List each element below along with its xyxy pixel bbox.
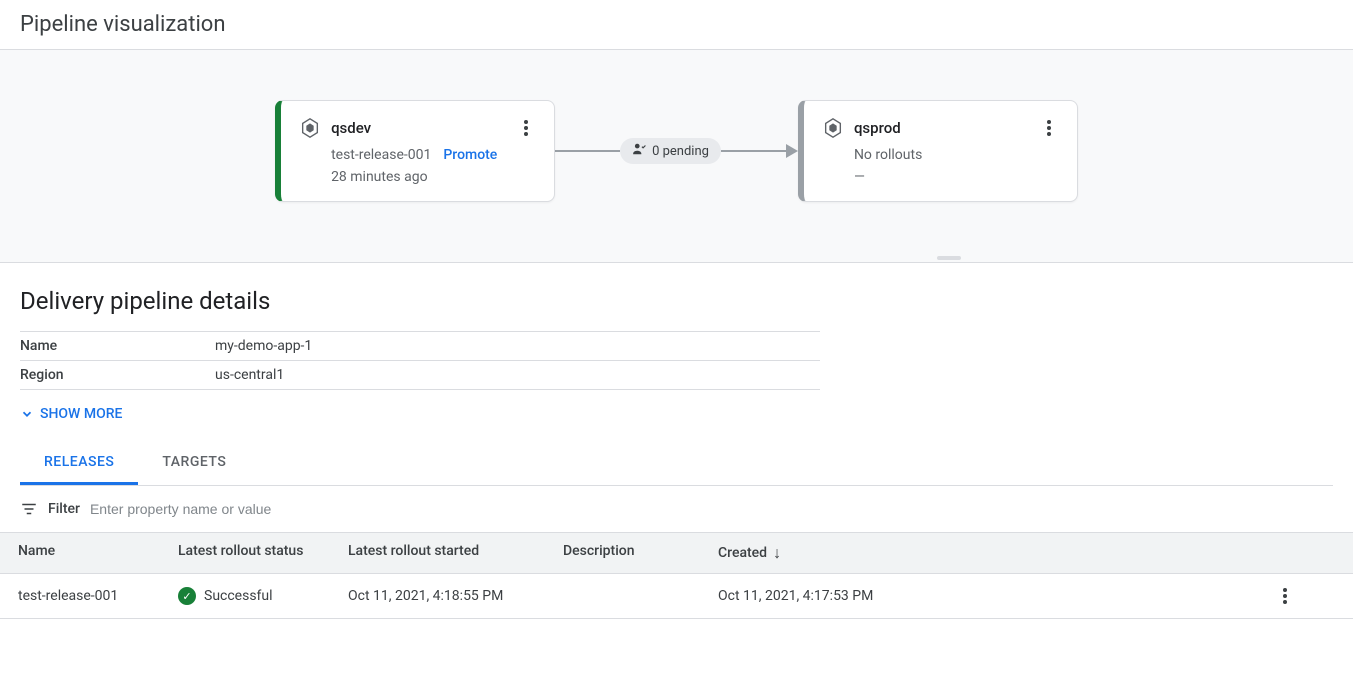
table-row[interactable]: test-release-001 ✓ Successful Oct 11, 20… <box>0 574 1353 619</box>
stage-name: qsprod <box>854 119 901 137</box>
filter-icon[interactable] <box>20 500 38 518</box>
stage-detail: — <box>854 169 1059 185</box>
details-row-name: Name my-demo-app-1 <box>20 332 820 361</box>
stage-more-button[interactable] <box>1039 118 1059 138</box>
filter-input[interactable] <box>90 501 390 517</box>
stage-release: test-release-001 <box>331 147 431 163</box>
flow-connector: 0 pending <box>555 138 798 164</box>
cell-name: test-release-001 <box>18 588 178 604</box>
approval-icon <box>632 142 646 160</box>
header-name[interactable]: Name <box>18 543 178 563</box>
details-row-region: Region us-central1 <box>20 361 820 390</box>
kubernetes-icon <box>822 117 844 139</box>
show-more-button[interactable]: SHOW MORE <box>20 406 1333 422</box>
sort-desc-icon: ↓ <box>773 543 781 563</box>
stage-more-button[interactable] <box>516 118 536 138</box>
header-started[interactable]: Latest rollout started <box>348 543 563 563</box>
details-title: Delivery pipeline details <box>20 287 1333 315</box>
header-status[interactable]: Latest rollout status <box>178 543 348 563</box>
filter-label: Filter <box>48 501 80 517</box>
arrow-icon <box>786 144 798 158</box>
cell-created: Oct 11, 2021, 4:17:53 PM <box>718 588 933 604</box>
cell-started: Oct 11, 2021, 4:18:55 PM <box>348 588 563 604</box>
stage-card-qsdev[interactable]: qsdev test-release-001 Promote 28 minute… <box>275 100 555 202</box>
success-icon: ✓ <box>178 587 196 605</box>
pipeline-visualization-area: qsdev test-release-001 Promote 28 minute… <box>0 49 1353 263</box>
tab-releases[interactable]: RELEASES <box>20 442 138 485</box>
promote-button[interactable]: Promote <box>443 147 497 163</box>
table-header: Name Latest rollout status Latest rollou… <box>0 532 1353 574</box>
details-label: Region <box>20 367 215 383</box>
header-description[interactable]: Description <box>563 543 718 563</box>
more-vert-icon <box>1283 588 1287 604</box>
show-more-label: SHOW MORE <box>40 406 122 422</box>
stage-card-qsprod[interactable]: qsprod No rollouts — <box>798 100 1078 202</box>
details-value: us-central1 <box>215 367 284 383</box>
stage-time: 28 minutes ago <box>331 169 536 185</box>
filter-bar: Filter <box>0 486 1353 532</box>
row-more-button[interactable] <box>1275 586 1295 606</box>
resize-handle[interactable] <box>937 256 961 260</box>
cell-status: ✓ Successful <box>178 587 348 605</box>
details-value: my-demo-app-1 <box>215 338 312 354</box>
pipeline-viz-title: Pipeline visualization <box>0 0 1353 49</box>
stage-name: qsdev <box>331 119 371 137</box>
tabs: RELEASES TARGETS <box>20 442 1333 486</box>
pending-chip[interactable]: 0 pending <box>620 138 721 164</box>
stage-status: No rollouts <box>854 147 922 163</box>
chevron-down-icon <box>20 407 34 421</box>
header-created[interactable]: Created ↓ <box>718 543 933 563</box>
kubernetes-icon <box>299 117 321 139</box>
pending-text: 0 pending <box>652 144 709 159</box>
tab-targets[interactable]: TARGETS <box>138 442 250 485</box>
more-vert-icon <box>524 120 528 136</box>
more-vert-icon <box>1047 120 1051 136</box>
details-label: Name <box>20 338 215 354</box>
